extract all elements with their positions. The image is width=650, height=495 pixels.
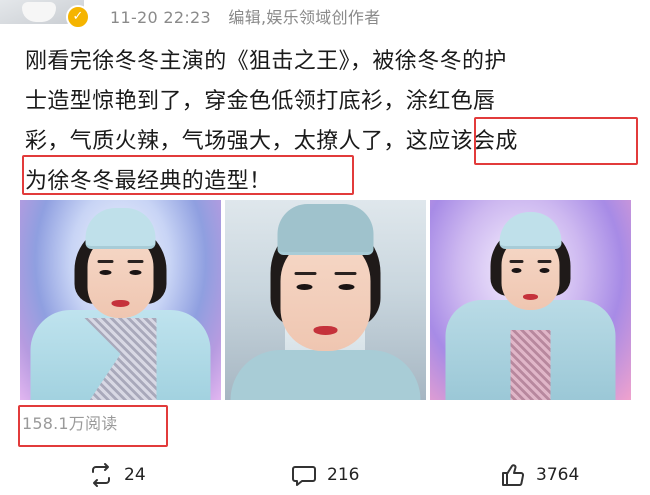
brow <box>97 260 114 263</box>
nurse-figure <box>430 200 631 400</box>
sequin-top <box>510 330 551 400</box>
comment-icon <box>292 466 316 486</box>
eye <box>99 270 112 275</box>
comment-count: 216 <box>327 465 360 485</box>
lips <box>111 300 130 307</box>
post-text-line: 彩，气质火辣，气场强大，太撩人了，这应该会成 <box>25 129 518 154</box>
post-text-line: 刚看完徐冬冬主演的《狙击之王》，被徐冬冬的护 <box>25 49 507 74</box>
repost-icon <box>92 463 110 487</box>
brow <box>509 260 524 263</box>
nurse-cap <box>85 208 156 249</box>
post-photo-2[interactable] <box>225 200 426 400</box>
eye <box>129 270 142 275</box>
post-body: 刚看完徐冬冬主演的《狙击之王》，被徐冬冬的护 士造型惊艳到了，穿金色低领打底衫，… <box>25 42 635 202</box>
eye <box>539 268 550 273</box>
post-text-line: 士造型惊艳到了，穿金色低领打底衫，涂红色唇 <box>25 89 496 114</box>
uniform <box>230 350 421 400</box>
nurse-cap <box>277 204 374 255</box>
like-count: 3764 <box>536 465 580 485</box>
read-count: 158.1万阅读 <box>22 414 118 433</box>
repost-count: 24 <box>124 465 146 485</box>
lips <box>523 294 538 300</box>
brow <box>334 272 357 275</box>
brow <box>294 272 317 275</box>
comment-button[interactable]: 216 <box>291 462 359 488</box>
brow <box>127 260 144 263</box>
eye <box>338 284 355 290</box>
eye <box>296 284 313 290</box>
eye <box>511 268 522 273</box>
verified-badge-icon: ✓ <box>66 5 90 29</box>
photo-grid <box>0 200 650 400</box>
author-tag[interactable]: 娱乐领域创作者 <box>266 8 380 27</box>
post-photo-1[interactable] <box>20 200 221 400</box>
post-text-line: 为徐冬冬最经典的造型！ <box>25 169 272 194</box>
post-header: ✓ 11-20 22:23 编辑,娱乐领域创作者 <box>0 0 650 30</box>
action-bar: 24 216 3764 <box>0 452 650 495</box>
thumbs-up-icon <box>502 464 525 486</box>
edited-label: 编辑 <box>228 8 261 27</box>
post-timestamp: 11-20 22:23 <box>110 8 211 27</box>
lips <box>313 326 338 335</box>
nurse-figure <box>225 200 426 400</box>
like-button[interactable]: 3764 <box>500 462 579 488</box>
nurse-figure <box>20 200 221 400</box>
nurse-cap <box>499 212 562 249</box>
post-meta: 11-20 22:23 编辑,娱乐领域创作者 <box>110 4 381 28</box>
post-photo-3[interactable] <box>430 200 631 400</box>
repost-button[interactable]: 24 <box>88 462 146 488</box>
brow <box>537 260 552 263</box>
